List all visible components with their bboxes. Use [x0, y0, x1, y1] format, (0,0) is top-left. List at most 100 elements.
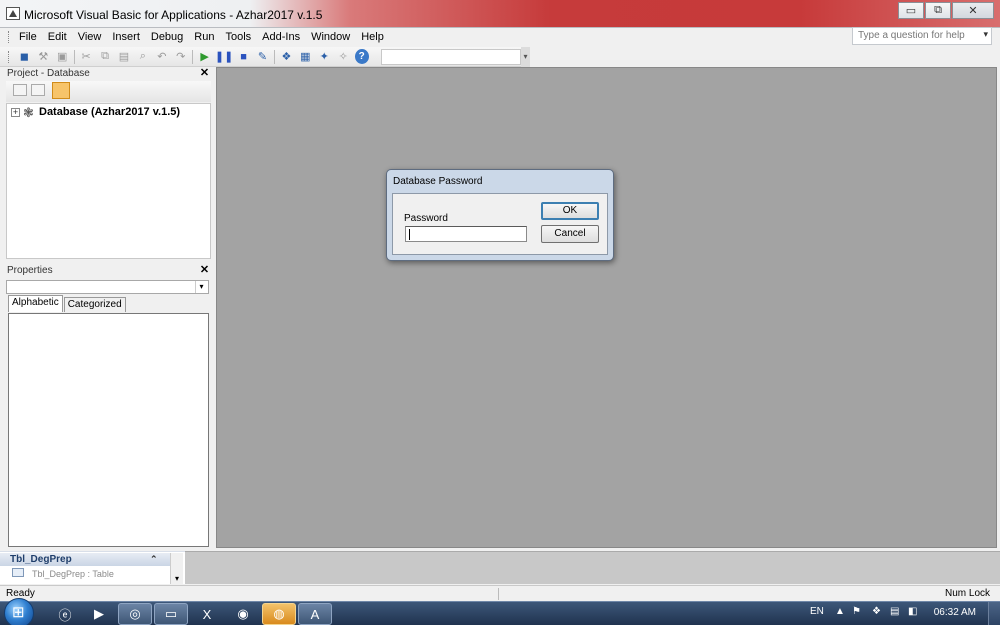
reset-icon[interactable]: ■: [236, 49, 251, 65]
menu-bar: File Edit View Insert Debug Run Tools Ad…: [0, 28, 1000, 46]
toolbar-grip-handle[interactable]: [8, 50, 11, 63]
project-tree-item[interactable]: Database (Azhar2017 v.1.5): [39, 106, 180, 118]
nav-group-title: Tbl_DegPrep: [10, 554, 72, 565]
text-caret: [409, 229, 410, 240]
access-taskbar-icon[interactable]: A: [298, 603, 332, 625]
status-separator: [498, 588, 499, 600]
standard-toolbar: ◼ ⚒ ▣ ✂ ⧉ ▤ ⌕ ↶ ↷ ▶ ❚❚ ■ ✎ ❖ ▦ ✦ ✧ ? ▾: [0, 46, 531, 67]
undo-icon[interactable]: ↶: [154, 49, 169, 65]
properties-window-icon[interactable]: ▦: [298, 49, 313, 65]
navigation-pane-group: Tbl_DegPrep ⌃ Tbl_DegPrep : Table ▾: [0, 551, 185, 584]
toolbar-separator: [192, 49, 194, 64]
menu-add-ins[interactable]: Add-Ins: [258, 28, 307, 46]
windows-taskbar: ⓔ ▶ ◎ ▭ X ◉ ◍ A EN ▲ ⚑ ❖ ▤ ◧ 06:32 AM: [0, 598, 1000, 625]
properties-list: [8, 313, 209, 547]
paste-icon[interactable]: ▤: [116, 49, 131, 65]
project-pane-close-icon[interactable]: ✕: [199, 68, 210, 79]
dialog-title: Database Password: [393, 176, 483, 187]
project-pane-title: Project - Database: [7, 68, 197, 80]
menu-window[interactable]: Window: [307, 28, 357, 46]
table-icon: [12, 568, 24, 577]
properties-pane-close-icon[interactable]: ✕: [199, 265, 210, 276]
menu-debug[interactable]: Debug: [147, 28, 190, 46]
code-workspace: [216, 67, 997, 548]
copy-icon[interactable]: ⧉: [98, 49, 113, 65]
snipping-icon[interactable]: ◎: [118, 603, 152, 625]
show-desktop-button[interactable]: [988, 602, 1000, 625]
vba-app-icon: [6, 7, 20, 20]
tab-alphabetic[interactable]: Alphabetic: [8, 295, 63, 312]
expand-icon[interactable]: +: [11, 108, 20, 117]
view-code-icon[interactable]: [13, 84, 27, 96]
password-dialog: Database Password Password OK Cancel: [386, 169, 614, 261]
access-icon[interactable]: ◼: [17, 49, 32, 65]
toolbar-options-icon[interactable]: ▾: [520, 46, 531, 67]
cancel-button[interactable]: Cancel: [541, 225, 599, 243]
show-hidden-icons-icon[interactable]: ▲: [835, 606, 845, 617]
toolbar-separator: [73, 49, 75, 64]
help-question-box[interactable]: Type a question for help: [852, 27, 992, 45]
toolbox-icon[interactable]: ✧: [336, 49, 351, 65]
volume-icon[interactable]: ◧: [908, 606, 917, 617]
menu-edit[interactable]: Edit: [44, 28, 74, 46]
network-icon[interactable]: ▤: [890, 606, 899, 617]
menu-tools[interactable]: Tools: [221, 28, 258, 46]
title-bar: Microsoft Visual Basic for Applications …: [0, 0, 1000, 28]
status-bar: Ready Num Lock: [0, 585, 1000, 601]
toggle-folders-icon[interactable]: [52, 82, 70, 99]
password-label: Password: [404, 213, 448, 224]
project-explorer-icon[interactable]: ❖: [279, 49, 294, 65]
start-button[interactable]: [4, 598, 34, 625]
collapse-icon[interactable]: ⌃: [150, 553, 158, 566]
properties-object-select[interactable]: ▾: [6, 280, 209, 294]
tab-categorized[interactable]: Categorized: [63, 297, 126, 312]
close-button[interactable]: ✕: [952, 2, 994, 19]
nav-scrollbar[interactable]: ▾: [170, 553, 183, 584]
insert-userform-icon[interactable]: ⚒: [36, 49, 51, 65]
access-background: [185, 551, 1000, 584]
nav-group-header[interactable]: Tbl_DegPrep ⌃: [0, 553, 170, 566]
explorer-icon[interactable]: ▭: [154, 603, 188, 625]
help-icon[interactable]: ?: [354, 49, 369, 64]
minimize-button[interactable]: ▭: [898, 2, 924, 19]
action-center-icon[interactable]: ⚑: [852, 606, 861, 617]
taskbar-clock[interactable]: 06:32 AM: [934, 607, 976, 618]
firefox-icon[interactable]: ◍: [262, 603, 296, 625]
break-icon[interactable]: ❚❚: [215, 49, 233, 65]
dialog-body: Password OK Cancel: [392, 193, 608, 255]
menu-insert[interactable]: Insert: [108, 28, 147, 46]
chrome-icon[interactable]: ◉: [226, 603, 260, 625]
menu-view[interactable]: View: [74, 28, 109, 46]
password-input[interactable]: [405, 226, 527, 242]
window-controls: ▭ ⧉ ✕: [898, 2, 994, 19]
toolbar-separator: [273, 49, 275, 64]
toolbar-position-box: [380, 48, 521, 65]
media-player-icon[interactable]: ▶: [82, 603, 116, 625]
num-lock-indicator: Num Lock: [944, 588, 990, 599]
redo-icon[interactable]: ↷: [173, 49, 188, 65]
chevron-down-icon[interactable]: ▾: [195, 281, 207, 293]
menu-run[interactable]: Run: [190, 28, 221, 46]
ok-button[interactable]: OK: [541, 202, 599, 220]
project-icon: ❃: [23, 105, 34, 120]
cut-icon[interactable]: ✂: [79, 49, 94, 65]
properties-pane-title: Properties: [7, 265, 197, 277]
object-browser-icon[interactable]: ✦: [317, 49, 332, 65]
menu-help[interactable]: Help: [357, 28, 391, 46]
properties-tabs: Alphabetic Categorized: [8, 295, 127, 313]
menu-grip-handle[interactable]: [8, 31, 11, 43]
find-icon[interactable]: ⌕: [135, 49, 150, 65]
run-icon[interactable]: ▶: [197, 49, 212, 65]
excel-icon[interactable]: X: [190, 603, 224, 625]
save-icon[interactable]: ▣: [55, 49, 70, 65]
ie-icon[interactable]: ⓔ: [48, 603, 82, 625]
view-object-icon[interactable]: [31, 84, 45, 96]
nav-table-item[interactable]: Tbl_DegPrep : Table: [32, 569, 114, 579]
project-pane-toolbar: [6, 81, 211, 102]
design-mode-icon[interactable]: ✎: [255, 49, 270, 65]
dropbox-icon[interactable]: ❖: [872, 606, 881, 617]
language-indicator[interactable]: EN: [810, 606, 824, 617]
menu-file[interactable]: File: [15, 28, 44, 46]
window-title: Microsoft Visual Basic for Applications …: [24, 8, 323, 22]
restore-button[interactable]: ⧉: [925, 2, 951, 19]
